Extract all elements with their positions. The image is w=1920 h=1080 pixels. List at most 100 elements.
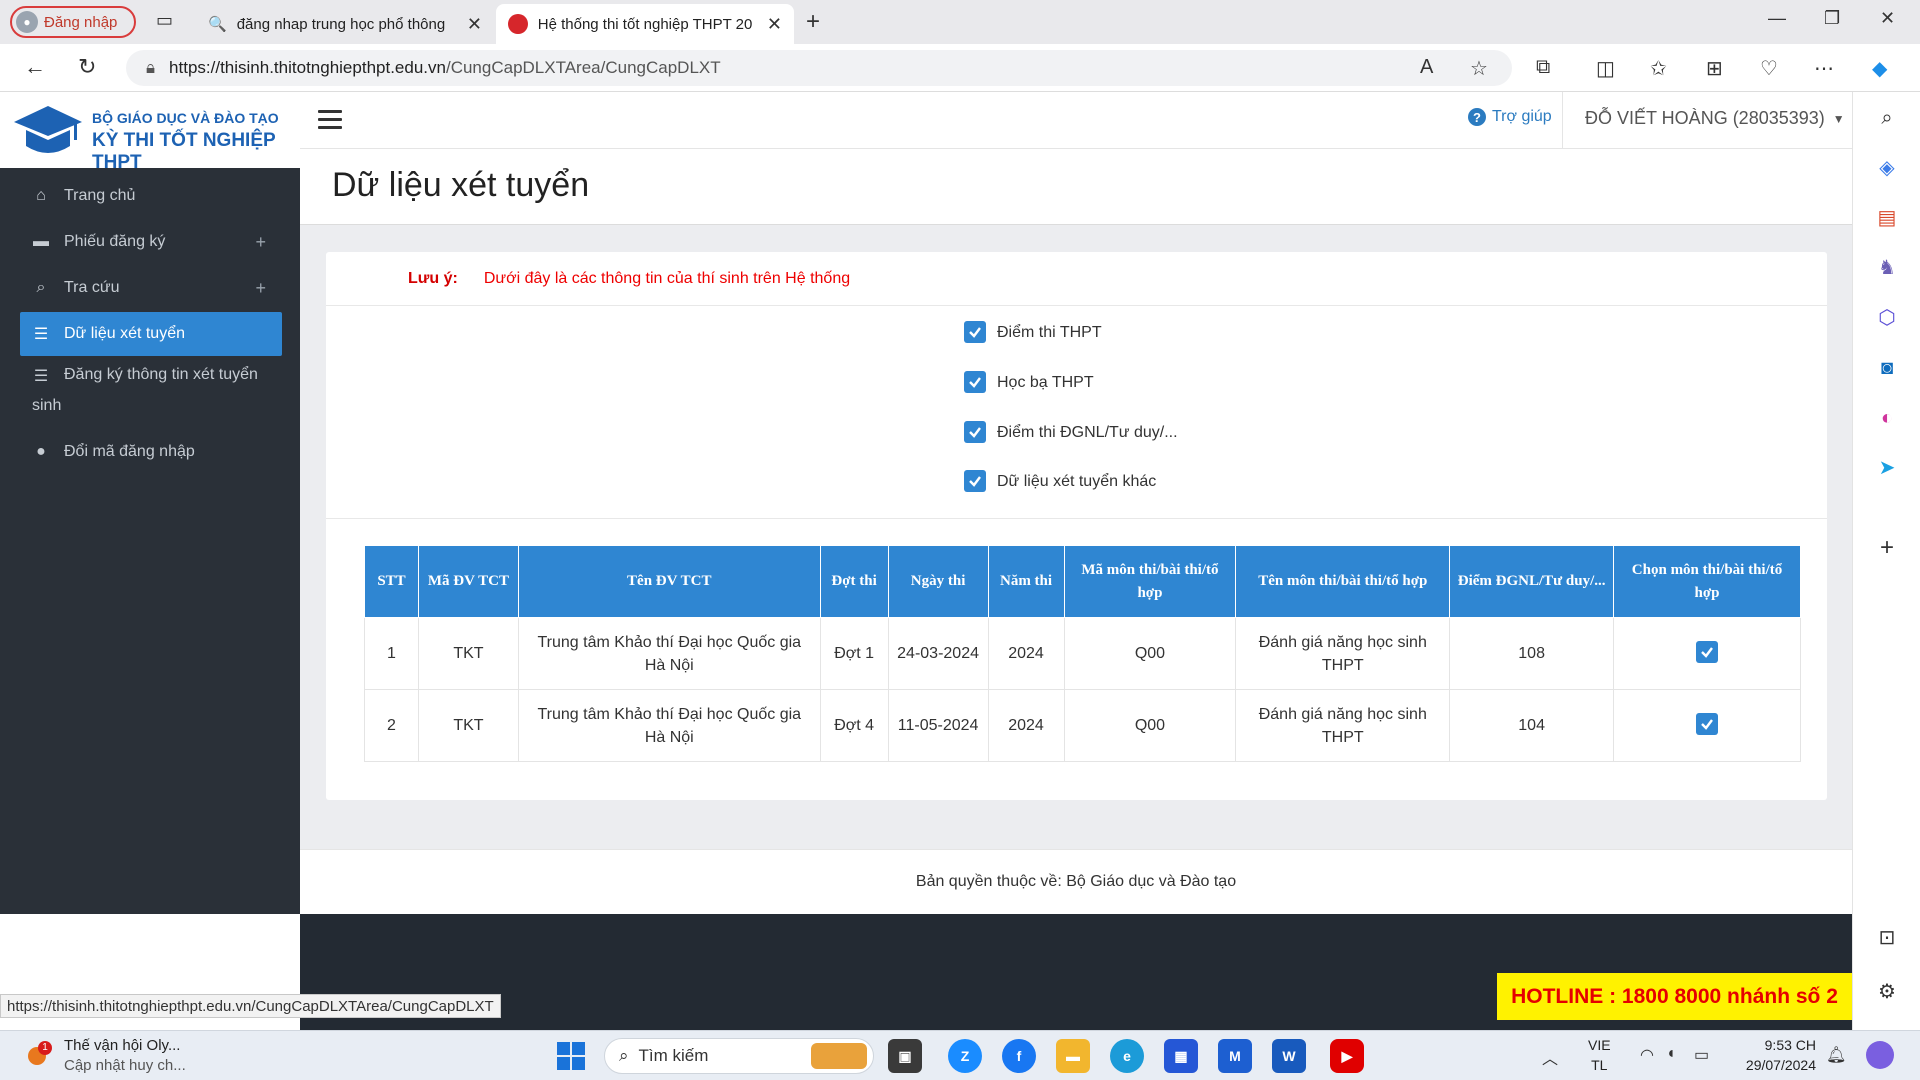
edge-sidebar: ⌕ ◈ ▤ ♞ ⬡ ◙ ◐ ➤ + ⊡ ⚙	[1852, 92, 1920, 1030]
lock-icon[interactable]: 🔒︎	[146, 58, 155, 78]
word-icon[interactable]: W	[1272, 1039, 1306, 1073]
row-select-checkbox[interactable]	[1696, 713, 1719, 735]
browser-essentials-icon[interactable]: ♡	[1760, 56, 1778, 81]
chevron-up-icon[interactable]: ︿	[1542, 1045, 1558, 1069]
screenshot-icon[interactable]: ⊡	[1875, 926, 1899, 950]
menu-toggle-icon[interactable]	[318, 110, 342, 130]
favorites-icon[interactable]: ✩	[1650, 56, 1667, 81]
minimize-icon[interactable]: —	[1768, 8, 1786, 29]
notification-badge: 1	[38, 1041, 52, 1055]
youtube-icon[interactable]: ▶	[1330, 1039, 1364, 1073]
designer-icon[interactable]: ◐	[1875, 406, 1899, 430]
user-menu[interactable]: ĐỖ VIẾT HOÀNG (28035393) ▼	[1585, 108, 1845, 129]
tab-actions-icon[interactable]: ▭	[156, 10, 173, 31]
bell-icon[interactable]: 🔔︎	[1826, 1045, 1846, 1065]
news-title[interactable]: Thế vận hội Oly...	[64, 1037, 180, 1054]
sidebar-item-home[interactable]: ⌂ Trang chủ	[20, 174, 282, 218]
address-bar[interactable]: 🔒︎ https://thisinh.thitotnghiepthpt.edu.…	[126, 50, 1512, 86]
site-logo[interactable]: BỘ GIÁO DỤC VÀ ĐÀO TẠO KỲ THI TỐT NGHIỆP…	[0, 92, 300, 173]
sidebar-item-label: Đăng ký thông tin xét tuyển	[64, 366, 258, 383]
collections-icon[interactable]: ⊞	[1706, 56, 1723, 81]
games-icon[interactable]: ♞	[1875, 256, 1899, 280]
volume-icon[interactable]: ◖	[1666, 1045, 1676, 1063]
microsoft365-icon[interactable]: ⬡	[1875, 306, 1899, 330]
hotline-banner[interactable]: HOTLINE : 1800 8000 nhánh số 2	[1497, 973, 1852, 1020]
language-indicator[interactable]: VIE TL	[1588, 1035, 1611, 1075]
col-header: Tên ĐV TCT	[517, 545, 821, 618]
expand-icon[interactable]: +	[255, 278, 266, 299]
checkbox-thpt-score[interactable]	[964, 321, 986, 343]
help-link[interactable]: ? Trợ giúp	[1468, 108, 1552, 126]
tab-search[interactable]: 🔍 đăng nhap trung học phổ thông ✕	[196, 4, 494, 44]
site-favicon-icon	[508, 14, 528, 34]
tools-icon[interactable]: ▤	[1875, 206, 1899, 230]
back-icon[interactable]: ←	[24, 54, 46, 80]
list-icon: ☰	[33, 368, 49, 385]
top-bar: ? Trợ giúp ĐỖ VIẾT HOÀNG (28035393) ▼	[300, 92, 1852, 149]
zalo-icon[interactable]: Z	[948, 1039, 982, 1073]
app-icon[interactable]: M	[1218, 1039, 1252, 1073]
page-title: Dữ liệu xét tuyển	[332, 166, 590, 204]
task-view-icon[interactable]: ▣	[888, 1039, 922, 1073]
expand-icon[interactable]: +	[255, 232, 266, 253]
clock-time: 9:53 CH	[1764, 1037, 1816, 1053]
favorite-star-icon[interactable]: ☆	[1470, 56, 1488, 81]
sidebar-item-lookup[interactable]: ⌕ Tra cứu +	[20, 266, 282, 310]
news-widget-icon[interactable]: 1	[26, 1041, 52, 1069]
store-icon[interactable]: ▦	[1164, 1039, 1198, 1073]
sidebar-item-admission-register[interactable]: ☰ Đăng ký thông tin xét tuyển sinh	[20, 356, 282, 420]
col-header: STT	[364, 545, 419, 618]
checkbox-other-data[interactable]	[964, 470, 986, 492]
outlook-icon[interactable]: ◙	[1875, 356, 1899, 380]
extensions-icon[interactable]: ⧉	[1536, 56, 1550, 79]
search-icon[interactable]: ⌕	[1875, 106, 1899, 130]
sidebar: ⌂ Trang chủ ▬ Phiếu đăng ký + ⌕ Tra cứu …	[0, 168, 300, 914]
facebook-icon[interactable]: f	[1002, 1039, 1036, 1073]
col-header: Năm thi	[987, 545, 1065, 618]
checkbox-label: Điểm thi ĐGNL/Tư duy/...	[997, 424, 1178, 441]
edge-icon[interactable]: e	[1110, 1039, 1144, 1073]
sidebar-item-label: Dữ liệu xét tuyển	[64, 325, 185, 342]
checkbox-label: Điểm thi THPT	[997, 324, 1102, 341]
cell-subject-name: Đánh giá năng học sinh THPT	[1235, 689, 1451, 762]
search-icon: 🔍	[208, 16, 227, 33]
list-icon: ☰	[33, 326, 49, 343]
profile-button[interactable]: ● Đăng nhập	[10, 6, 136, 38]
file-explorer-icon[interactable]: ▬	[1056, 1039, 1090, 1073]
cell-score: 104	[1449, 689, 1615, 762]
sidebar-item-change-login[interactable]: ● Đổi mã đăng nhập	[20, 430, 282, 474]
close-window-icon[interactable]: ✕	[1880, 8, 1895, 29]
col-header: Chọn môn thi/bài thi/tổ hợp	[1613, 545, 1801, 618]
user-name: ĐỖ VIẾT HOÀNG (28035393)	[1585, 108, 1825, 128]
shopping-tag-icon[interactable]: ◈	[1875, 156, 1899, 180]
telegram-icon[interactable]: ➤	[1875, 456, 1899, 480]
copilot-icon[interactable]	[1866, 1041, 1894, 1069]
wifi-icon[interactable]: ◠	[1640, 1045, 1654, 1065]
cell-unit-name: Trung tâm Khảo thí Đại học Quốc gia Hà N…	[518, 617, 821, 690]
checkbox-dgnl-score[interactable]	[964, 421, 986, 443]
tab-active[interactable]: Hệ thống thi tốt nghiệp THPT 20 ✕	[496, 4, 794, 44]
tab-title: Hệ thống thi tốt nghiệp THPT 20	[537, 15, 753, 33]
taskbar-search[interactable]: ⌕ Tìm kiếm	[604, 1038, 874, 1074]
graduation-cap-icon	[14, 106, 82, 153]
sidebar-item-registration[interactable]: ▬ Phiếu đăng ký +	[20, 220, 282, 264]
sidebar-item-admission-data[interactable]: ☰ Dữ liệu xét tuyển	[20, 312, 282, 356]
row-select-checkbox[interactable]	[1696, 641, 1719, 663]
refresh-icon[interactable]: ↻	[78, 54, 96, 80]
clock[interactable]: 9:53 CH 29/07/2024	[1736, 1035, 1816, 1075]
close-icon[interactable]: ✕	[767, 14, 782, 35]
more-icon[interactable]: ⋯	[1814, 56, 1834, 81]
url-path: /CungCapDLXTArea/CungCapDLXT	[445, 58, 721, 77]
battery-icon[interactable]: ▭	[1694, 1045, 1709, 1065]
restore-icon[interactable]: ❐	[1824, 8, 1840, 29]
copilot-icon[interactable]: ◆	[1872, 56, 1887, 81]
read-aloud-icon[interactable]: A	[1420, 56, 1433, 79]
add-icon[interactable]: +	[1875, 536, 1899, 560]
windows-start-icon[interactable]	[556, 1041, 586, 1071]
close-icon[interactable]: ✕	[467, 14, 482, 35]
new-tab-icon[interactable]: +	[806, 8, 820, 36]
settings-icon[interactable]: ⚙	[1875, 980, 1899, 1004]
checkbox-transcript[interactable]	[964, 371, 986, 393]
split-screen-icon[interactable]: ◫	[1596, 56, 1615, 81]
divider	[326, 518, 1827, 519]
